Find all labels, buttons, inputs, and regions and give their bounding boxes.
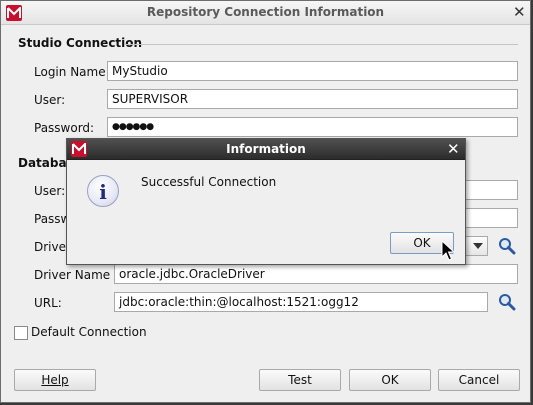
- driver-name-field[interactable]: oracle.jdbc.OracleDriver: [114, 264, 518, 284]
- default-connection-label: Default Connection: [31, 325, 147, 339]
- window-title: Repository Connection Information: [146, 5, 385, 19]
- close-icon[interactable]: ✕: [513, 5, 526, 20]
- dialog-title: Information: [226, 142, 306, 156]
- title-bar: Repository Connection Information ✕: [1, 1, 530, 25]
- help-button[interactable]: Help: [14, 369, 96, 391]
- search-icon[interactable]: [498, 293, 516, 311]
- chevron-down-icon: [473, 243, 483, 249]
- section-divider: [126, 44, 518, 45]
- close-icon[interactable]: ✕: [447, 142, 460, 157]
- cancel-button[interactable]: Cancel: [438, 369, 520, 391]
- default-connection-checkbox[interactable]: [14, 326, 28, 340]
- ok-button[interactable]: OK: [349, 369, 431, 391]
- db-password-label: Passw: [34, 212, 71, 226]
- url-label: URL:: [34, 296, 62, 310]
- info-icon: i: [87, 175, 119, 207]
- password-label: Password:: [34, 121, 95, 135]
- login-name-label: Login Name:: [34, 65, 110, 79]
- db-user-label: User:: [34, 184, 66, 198]
- dialog-title-bar: Information ✕: [67, 139, 465, 160]
- user-label: User:: [34, 93, 66, 107]
- password-field[interactable]: ●●●●●●: [107, 117, 518, 137]
- information-dialog: Information ✕ i Successful Connection OK: [66, 138, 466, 265]
- test-button[interactable]: Test: [259, 369, 341, 391]
- dialog-message: Successful Connection: [141, 175, 277, 189]
- url-field[interactable]: jdbc:oracle:thin:@localhost:1521:ogg12: [114, 292, 488, 312]
- login-name-field[interactable]: MyStudio: [107, 61, 518, 81]
- driver-name-label: Driver Name :: [34, 268, 118, 282]
- mouse-cursor-icon: [441, 240, 455, 261]
- user-field[interactable]: SUPERVISOR: [107, 89, 518, 109]
- studio-connection-heading: Studio Connection: [18, 36, 143, 50]
- search-icon[interactable]: [498, 237, 516, 255]
